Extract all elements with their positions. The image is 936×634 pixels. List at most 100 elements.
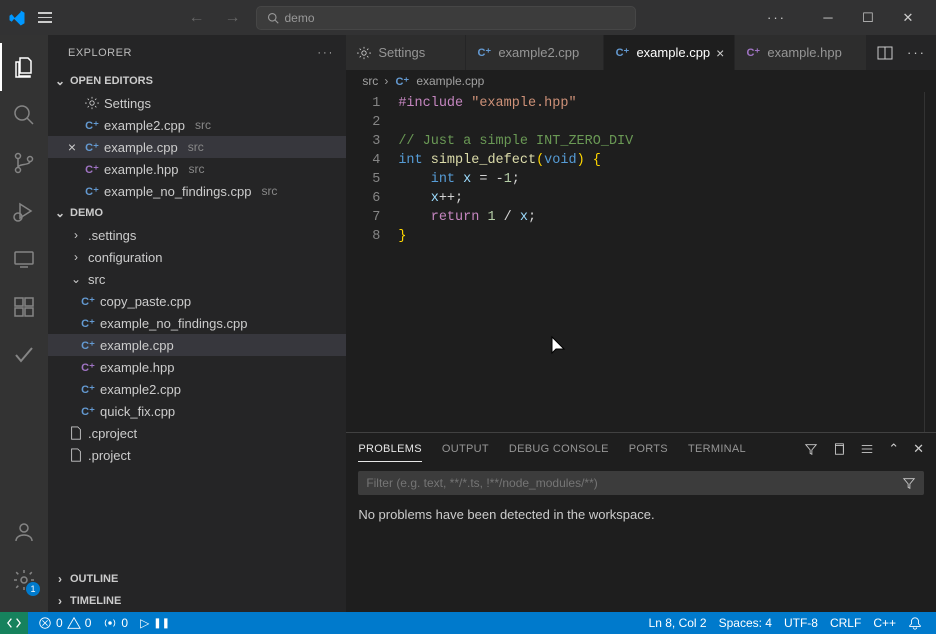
activity-search[interactable] <box>0 91 48 139</box>
debug-pause-icon: ❚❚ <box>153 618 170 629</box>
editor-tab[interactable]: Settings× <box>346 35 466 70</box>
timeline-header[interactable]: › TIMELINE <box>48 590 346 612</box>
cpp-icon: C⁺ <box>394 73 410 89</box>
more-icon[interactable]: ··· <box>767 10 786 25</box>
panel-collapse-icon[interactable]: ⌃ <box>888 441 899 457</box>
close-icon[interactable]: × <box>64 139 80 155</box>
extensions-icon <box>12 295 36 319</box>
cpp-icon: C⁺ <box>614 45 630 61</box>
file-item[interactable]: C⁺quick_fix.cpp <box>48 400 346 422</box>
debug-start-icon: ▷ <box>140 616 149 630</box>
vscode-logo-icon <box>8 9 26 27</box>
activity-remote[interactable] <box>0 235 48 283</box>
status-eol[interactable]: CRLF <box>824 616 867 630</box>
file-icon <box>68 447 84 463</box>
cpp-icon: C⁺ <box>80 403 96 419</box>
remote-button[interactable] <box>0 612 28 634</box>
search-icon <box>267 12 279 24</box>
nav-back-icon[interactable]: ← <box>184 9 210 27</box>
status-spaces[interactable]: Spaces: 4 <box>713 616 778 630</box>
panel-tab[interactable]: TERMINAL <box>688 437 746 461</box>
explorer-more-icon[interactable]: ··· <box>317 47 334 59</box>
breadcrumb-file[interactable]: example.cpp <box>416 74 484 88</box>
cpp-icon: C⁺ <box>80 381 96 397</box>
editor-tab[interactable]: C⁺example.cpp× <box>604 35 735 70</box>
folder-item[interactable]: ›configuration <box>48 246 346 268</box>
open-editor-item[interactable]: C⁺example_no_findings.cppsrc <box>48 180 346 202</box>
filter-funnel-icon[interactable] <box>902 476 916 490</box>
account-icon <box>12 520 36 544</box>
minimap[interactable] <box>924 92 936 432</box>
folder-item[interactable]: ›.settings <box>48 224 346 246</box>
chevron-right-icon: › <box>52 572 68 586</box>
activity-extensions[interactable] <box>0 283 48 331</box>
hpp-icon: C⁺ <box>80 359 96 375</box>
problems-filter-input[interactable] <box>358 471 924 495</box>
remote-icon <box>12 247 36 271</box>
status-ports[interactable]: 0 <box>97 612 134 634</box>
panel-tab[interactable]: OUTPUT <box>442 437 489 461</box>
file-item[interactable]: .cproject <box>48 422 346 444</box>
editor-tab[interactable]: C⁺example2.cpp× <box>466 35 604 70</box>
panel-tab[interactable]: DEBUG CONSOLE <box>509 437 609 461</box>
panel-tab[interactable]: PORTS <box>629 437 668 461</box>
panel-tab[interactable]: PROBLEMS <box>358 437 422 462</box>
cpp-icon: C⁺ <box>80 293 96 309</box>
open-editor-item[interactable]: C⁺example.hppsrc <box>48 158 346 180</box>
close-button[interactable]: ✕ <box>888 3 928 33</box>
remote-indicator-icon <box>7 616 21 630</box>
tab-more-icon[interactable]: ··· <box>907 45 926 60</box>
bell-icon <box>908 616 922 630</box>
status-debug-controls[interactable]: ▷ ❚❚ <box>134 612 176 634</box>
status-language[interactable]: C++ <box>867 616 902 630</box>
file-item[interactable]: C⁺copy_paste.cpp <box>48 290 346 312</box>
explorer-title: EXPLORER <box>68 47 132 59</box>
status-cursor[interactable]: Ln 8, Col 2 <box>643 616 713 630</box>
maximize-button[interactable]: ☐ <box>848 3 888 33</box>
outline-header[interactable]: › OUTLINE <box>48 568 346 590</box>
chevron-down-icon: ⌄ <box>52 206 68 220</box>
filter-icon[interactable] <box>804 442 818 456</box>
file-item[interactable]: C⁺example_no_findings.cpp <box>48 312 346 334</box>
settings-badge: 1 <box>26 582 40 596</box>
status-problems[interactable]: 0 0 <box>32 612 97 634</box>
file-icon <box>68 425 84 441</box>
editor-tab[interactable]: C⁺example.hpp× <box>735 35 867 70</box>
activity-debug[interactable] <box>0 187 48 235</box>
open-editor-item[interactable]: ×C⁺example.cppsrc <box>48 136 346 158</box>
error-icon <box>38 616 52 630</box>
panel-close-icon[interactable]: ✕ <box>913 441 924 457</box>
activity-settings[interactable]: 1 <box>0 556 48 604</box>
activity-scm[interactable] <box>0 139 48 187</box>
activity-account[interactable] <box>0 508 48 556</box>
files-icon <box>12 55 36 79</box>
problems-message: No problems have been detected in the wo… <box>346 501 936 528</box>
file-item[interactable]: C⁺example.cpp <box>48 334 346 356</box>
copy-icon[interactable] <box>832 442 846 456</box>
cpp-icon: C⁺ <box>476 45 492 61</box>
breadcrumb-root[interactable]: src <box>362 74 378 88</box>
status-encoding[interactable]: UTF-8 <box>778 616 824 630</box>
code-editor[interactable]: #include "example.hpp" // Just a simple … <box>398 92 924 432</box>
split-editor-icon[interactable] <box>877 45 893 61</box>
folder-header[interactable]: ⌄ DEMO <box>48 202 346 224</box>
command-center[interactable]: demo <box>256 6 636 30</box>
cpp-icon: C⁺ <box>84 117 100 133</box>
tab-close-icon[interactable]: × <box>716 45 724 61</box>
open-editors-header[interactable]: ⌄ OPEN EDITORS <box>48 70 346 92</box>
open-editor-item[interactable]: C⁺example2.cppsrc <box>48 114 346 136</box>
folder-item[interactable]: ⌄src <box>48 268 346 290</box>
status-notifications[interactable] <box>902 616 928 630</box>
minimize-button[interactable]: ─ <box>808 3 848 33</box>
activity-explorer[interactable] <box>0 43 48 91</box>
file-item[interactable]: C⁺example.hpp <box>48 356 346 378</box>
check-icon <box>12 343 36 367</box>
open-editor-item[interactable]: Settings <box>48 92 346 114</box>
activity-custom[interactable] <box>0 331 48 379</box>
menu-icon[interactable] <box>38 12 52 23</box>
file-item[interactable]: .project <box>48 444 346 466</box>
nav-forward-icon[interactable]: → <box>220 9 246 27</box>
list-icon[interactable] <box>860 442 874 456</box>
debug-icon <box>12 199 36 223</box>
file-item[interactable]: C⁺example2.cpp <box>48 378 346 400</box>
